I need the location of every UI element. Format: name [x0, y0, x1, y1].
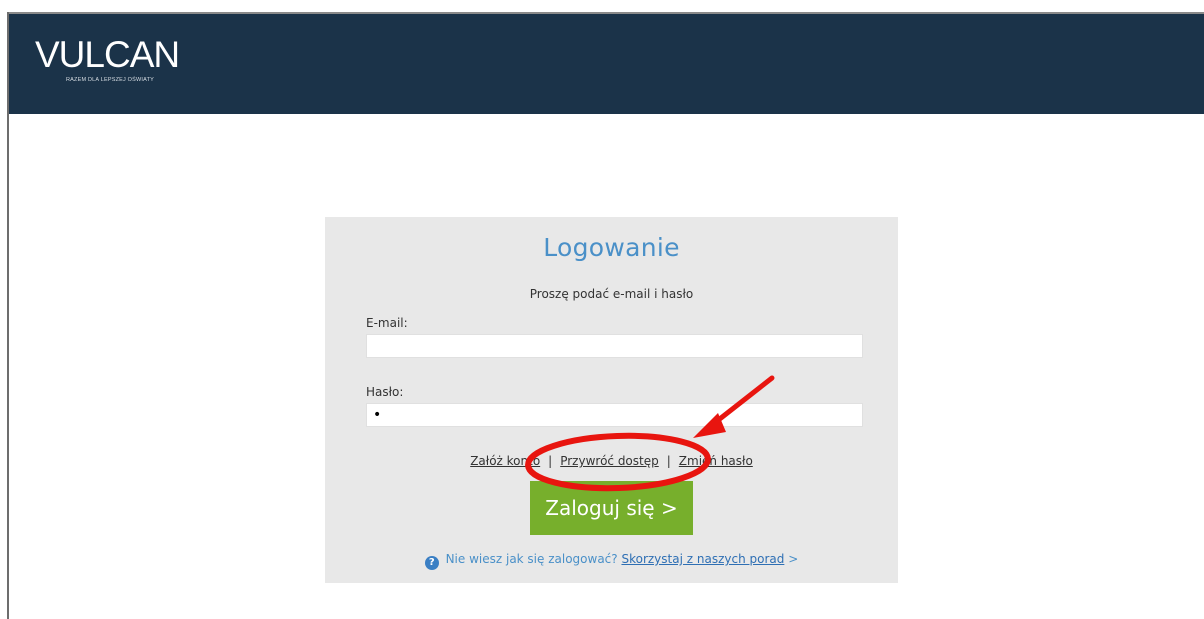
- create-account-link[interactable]: Załóż konto: [470, 454, 540, 468]
- vulcan-logo[interactable]: VULCAN RAZEM DLA LEPSZEJ OŚWIATY: [35, 34, 180, 83]
- login-subtitle: Proszę podać e-mail i hasło: [529, 287, 694, 301]
- login-panel: Logowanie Proszę podać e-mail i hasło E-…: [325, 217, 898, 583]
- help-link[interactable]: Skorzystaj z naszych porad: [621, 552, 784, 566]
- password-field[interactable]: •: [366, 403, 863, 427]
- question-circle-icon[interactable]: ?: [424, 556, 439, 570]
- help-arrow: >: [788, 552, 799, 566]
- login-button[interactable]: Zaloguj się >: [530, 481, 693, 535]
- link-separator: |: [548, 454, 553, 468]
- restore-access-link[interactable]: Przywróć dostęp: [560, 454, 659, 468]
- account-links: Załóż konto | Przywróć dostęp | Zmień hasło: [325, 454, 898, 468]
- email-field[interactable]: [366, 334, 863, 358]
- login-title: Logowanie: [543, 233, 680, 262]
- window-top-margin: [0, 0, 1204, 12]
- logo-tagline: RAZEM DLA LEPSZEJ OŚWIATY: [66, 77, 155, 83]
- help-line: ? Nie wiesz jak się zalogować? Skorzysta…: [325, 552, 898, 570]
- logo-wordmark: VULCAN: [35, 34, 180, 75]
- email-label: E-mail:: [366, 316, 408, 330]
- change-password-link[interactable]: Zmień hasło: [679, 454, 753, 468]
- password-label: Hasło:: [366, 385, 404, 399]
- help-text: Nie wiesz jak się zalogować?: [445, 552, 618, 566]
- site-header: VULCAN RAZEM DLA LEPSZEJ OŚWIATY: [9, 12, 1204, 114]
- link-separator: |: [666, 454, 671, 468]
